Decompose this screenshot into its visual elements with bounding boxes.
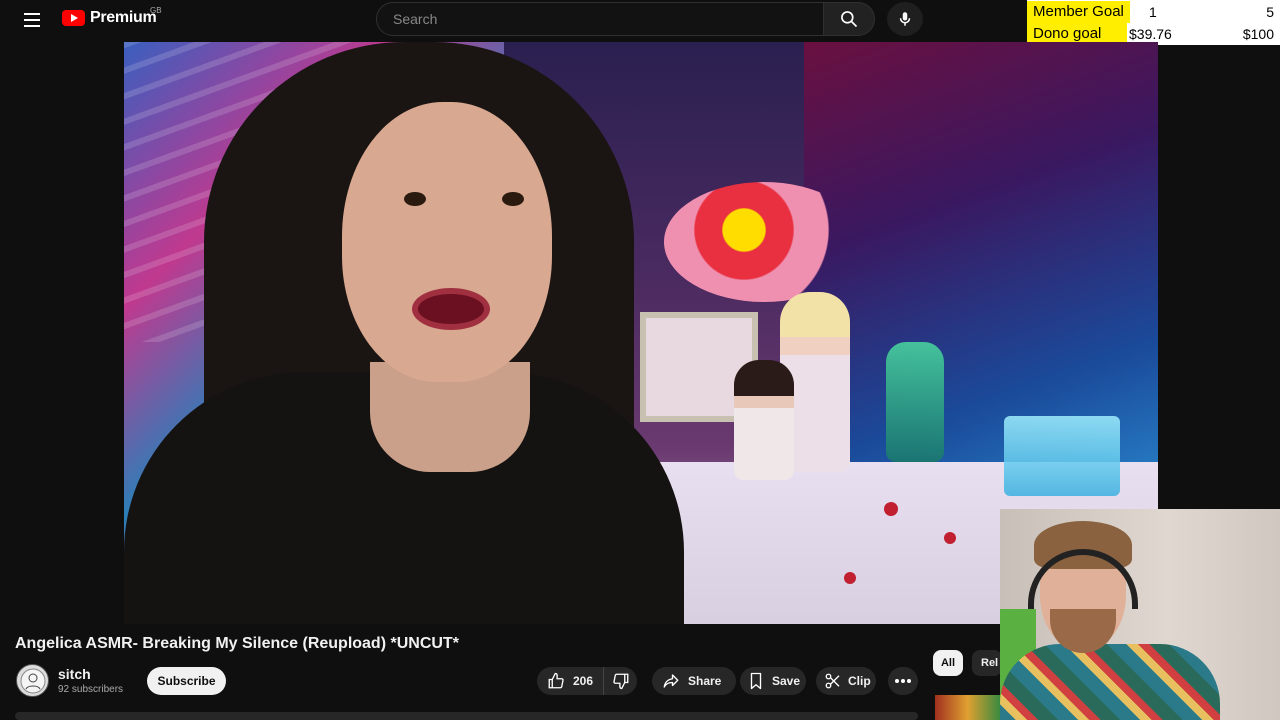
ice-light [1004,416,1120,496]
thumbs-down-icon [612,673,628,690]
like-count: 206 [573,674,594,688]
voice-search-button[interactable] [887,2,923,36]
clip-label: Clip [848,674,871,688]
bookmark-icon [750,672,762,690]
subscriber-count: 92 subscribers [58,684,124,695]
doll-brunette [734,360,794,480]
search-button[interactable] [823,2,875,36]
person-mouth [412,288,490,330]
chip-related[interactable]: Rel [972,650,1002,676]
avatar-icon [20,668,45,693]
member-goal-row: Member Goal 1 5 [1027,1,1280,23]
description-box-edge [15,712,918,720]
channel-avatar[interactable] [16,664,49,697]
glass-vase [886,342,944,462]
logo-text: Premium [90,9,157,26]
youtube-logo-icon [62,10,85,26]
person-eye-left [404,192,426,206]
streamer-webcam-overlay [1000,509,1280,720]
webcam-shirt [1000,644,1220,720]
more-actions-button[interactable] [888,667,918,695]
person-face [342,102,552,382]
search-input[interactable] [391,10,823,28]
member-goal-label: Member Goal [1027,1,1130,23]
share-icon [663,674,679,688]
member-goal-current: 1 [1149,4,1157,20]
share-button[interactable]: Share [652,667,736,695]
microphone-icon [899,12,911,26]
region-code: GB [150,6,162,15]
search-icon [841,11,858,28]
hamburger-menu-icon[interactable] [20,8,44,32]
flower-bouquet [664,182,864,302]
like-button[interactable]: 206 [537,667,604,695]
clip-button[interactable]: Clip [816,667,876,695]
channel-name[interactable]: sitch [58,666,91,682]
video-title: Angelica ASMR- Breaking My Silence (Reup… [15,635,459,652]
subscribe-button[interactable]: Subscribe [147,667,226,695]
like-dislike-group: 206 [537,667,637,695]
scissors-icon [825,673,840,689]
thumbs-up-icon [548,672,564,689]
more-horizontal-icon [895,679,911,683]
related-video-thumbnail[interactable] [935,695,1000,720]
chip-all[interactable]: All [933,650,963,676]
stream-goals-overlay: Member Goal 1 5 Dono goal $39.76 $100 [1027,0,1280,45]
dislike-button[interactable] [604,667,637,695]
save-button[interactable]: Save [740,667,806,695]
search-box [376,2,824,36]
save-label: Save [772,674,801,688]
youtube-logo[interactable]: Premium [62,9,157,27]
share-label: Share [688,674,722,688]
dono-goal-target: $100 [1242,26,1274,42]
person-eye-right [502,192,524,206]
member-goal-target: 5 [1266,4,1274,20]
